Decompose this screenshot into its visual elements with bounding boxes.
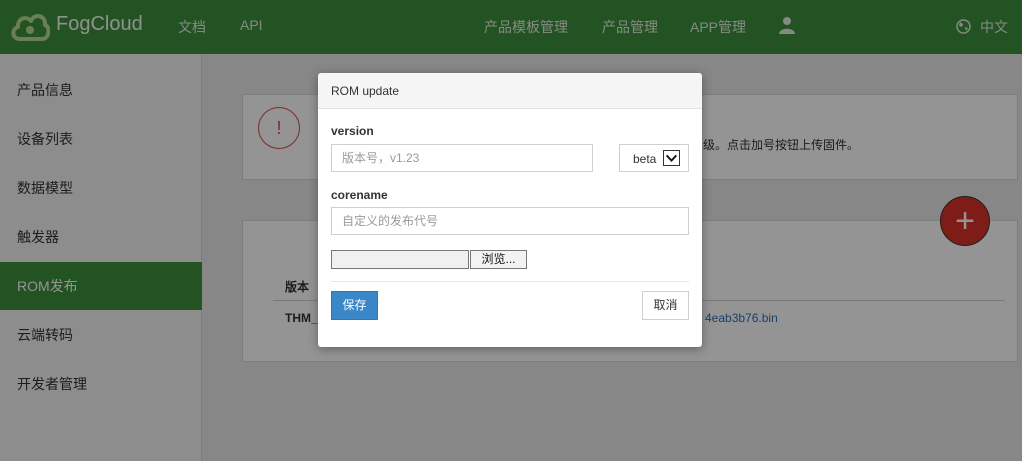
browse-button[interactable]: 浏览... bbox=[470, 250, 527, 269]
cancel-button[interactable]: 取消 bbox=[642, 291, 689, 320]
channel-select-value: beta bbox=[633, 152, 657, 166]
corename-input[interactable] bbox=[331, 207, 689, 235]
version-label: version bbox=[331, 124, 374, 138]
modal-header: ROM update bbox=[318, 73, 702, 109]
modal-title: ROM update bbox=[331, 84, 400, 98]
save-button[interactable]: 保存 bbox=[331, 291, 378, 320]
modal-divider bbox=[331, 281, 689, 282]
rom-update-modal: ROM update version beta corename 浏览... 保… bbox=[318, 73, 702, 347]
channel-select[interactable]: beta bbox=[619, 144, 689, 172]
chevron-down-icon[interactable] bbox=[663, 150, 680, 166]
version-input[interactable] bbox=[331, 144, 593, 172]
file-path-field[interactable] bbox=[331, 250, 469, 269]
corename-label: corename bbox=[331, 188, 388, 202]
